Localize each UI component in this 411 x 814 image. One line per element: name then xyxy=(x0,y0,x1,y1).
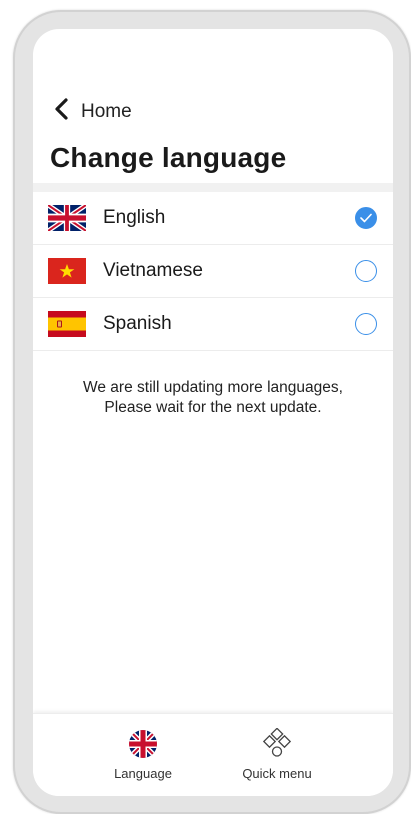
page-title: Change language xyxy=(50,142,287,173)
language-label: English xyxy=(103,207,166,228)
language-option-spanish[interactable]: Spanish xyxy=(33,298,393,351)
radio-unselected[interactable] xyxy=(355,260,377,282)
update-notice: We are still updating more languages, Pl… xyxy=(33,378,393,418)
chevron-left-icon xyxy=(53,97,71,126)
bottom-navigation: Language Quick menu xyxy=(33,713,393,796)
language-label: Vietnamese xyxy=(103,260,203,281)
back-label: Home xyxy=(81,100,132,122)
language-label: Spanish xyxy=(103,313,172,334)
radio-selected[interactable] xyxy=(355,207,377,229)
vietnam-flag-icon xyxy=(48,258,86,284)
radio-unselected[interactable] xyxy=(355,313,377,335)
uk-flag-round-icon xyxy=(127,728,159,760)
nav-language[interactable]: Language xyxy=(98,728,188,781)
nav-quick-menu[interactable]: Quick menu xyxy=(232,728,322,781)
language-option-vietnamese[interactable]: Vietnamese xyxy=(33,245,393,298)
nav-label: Language xyxy=(114,766,172,781)
uk-flag-icon xyxy=(48,205,86,231)
app-screen: Home Change language English Vietnamese … xyxy=(33,29,393,796)
language-option-english[interactable]: English xyxy=(33,192,393,245)
quick-menu-icon xyxy=(261,728,293,760)
notice-line: Please wait for the next update. xyxy=(104,399,322,416)
spain-flag-icon xyxy=(48,311,86,337)
nav-label: Quick menu xyxy=(242,766,312,781)
back-button[interactable]: Home xyxy=(53,97,132,126)
section-divider xyxy=(33,183,393,192)
language-list: English Vietnamese Spanish xyxy=(33,192,393,351)
notice-line: We are still updating more languages, xyxy=(83,379,343,396)
